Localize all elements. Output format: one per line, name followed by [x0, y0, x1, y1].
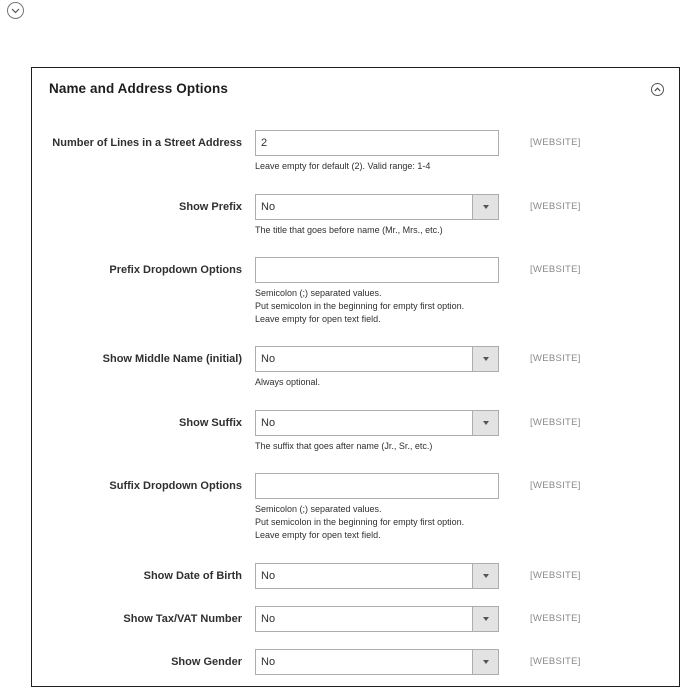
field-note: The title that goes before name (Mr., Mr… — [255, 224, 443, 237]
suffix-options-label: Suffix Dropdown Options — [109, 480, 242, 492]
triangle-down-icon — [482, 357, 489, 361]
triangle-down-icon — [482, 617, 489, 621]
show-prefix-value: No — [261, 201, 276, 213]
note-line: Put semicolon in the beginning for empty… — [255, 517, 465, 527]
chevron-up-icon — [654, 87, 661, 92]
note-line: Leave empty for open text field. — [255, 314, 381, 324]
scope-label: [WEBSITE] — [530, 264, 581, 275]
note-line: Leave empty for open text field. — [255, 530, 381, 540]
triangle-down-icon — [482, 421, 489, 425]
field-note: The suffix that goes after name (Jr., Sr… — [255, 440, 432, 453]
scope-label: [WEBSITE] — [530, 353, 581, 364]
name-address-options-panel: Name and Address Options Number of Lines… — [31, 67, 680, 687]
panel-title: Name and Address Options — [49, 81, 228, 96]
street-lines-label: Number of Lines in a Street Address — [52, 137, 242, 149]
show-suffix-label: Show Suffix — [179, 417, 242, 429]
show-dob-select[interactable]: No — [255, 563, 499, 589]
show-taxvat-select[interactable]: No — [255, 606, 499, 632]
show-suffix-select[interactable]: No — [255, 410, 499, 436]
show-prefix-label: Show Prefix — [179, 201, 242, 213]
field-note: Semicolon (;) separated values. Put semi… — [255, 287, 464, 326]
section-expand-toggle[interactable] — [7, 2, 24, 19]
street-lines-input[interactable]: 2 — [255, 130, 499, 156]
show-gender-value: No — [261, 656, 276, 668]
scope-label: [WEBSITE] — [530, 656, 581, 667]
chevron-down-icon — [11, 8, 20, 13]
field-note: Semicolon (;) separated values. Put semi… — [255, 503, 464, 542]
note-line: Put semicolon in the beginning for empty… — [255, 301, 465, 311]
show-dob-value: No — [261, 570, 276, 582]
select-arrow[interactable] — [472, 411, 498, 435]
select-arrow[interactable] — [472, 347, 498, 371]
scope-label: [WEBSITE] — [530, 201, 581, 212]
note-line: Semicolon (;) separated values. — [255, 504, 382, 514]
show-taxvat-label: Show Tax/VAT Number — [123, 613, 242, 625]
panel-header[interactable]: Name and Address Options — [32, 68, 679, 112]
triangle-down-icon — [482, 205, 489, 209]
note-line: Semicolon (;) separated values. — [255, 288, 382, 298]
select-arrow[interactable] — [472, 650, 498, 674]
field-note: Always optional. — [255, 376, 320, 389]
show-middle-name-label: Show Middle Name (initial) — [102, 353, 242, 365]
select-arrow[interactable] — [472, 607, 498, 631]
show-taxvat-value: No — [261, 613, 276, 625]
show-suffix-value: No — [261, 417, 276, 429]
panel-collapse-toggle[interactable] — [651, 83, 664, 96]
street-lines-value: 2 — [261, 137, 268, 149]
show-gender-select[interactable]: No — [255, 649, 499, 675]
show-prefix-select[interactable]: No — [255, 194, 499, 220]
field-note: Leave empty for default (2). Valid range… — [255, 160, 430, 173]
scope-label: [WEBSITE] — [530, 417, 581, 428]
note-line: Leave empty for default (2). Valid range… — [255, 161, 431, 171]
prefix-options-label: Prefix Dropdown Options — [109, 264, 242, 276]
show-middle-name-select[interactable]: No — [255, 346, 499, 372]
prefix-options-input[interactable] — [255, 257, 499, 283]
scope-label: [WEBSITE] — [530, 613, 581, 624]
note-line: The title that goes before name (Mr., Mr… — [255, 225, 443, 235]
select-arrow[interactable] — [472, 564, 498, 588]
show-dob-label: Show Date of Birth — [143, 570, 242, 582]
show-gender-label: Show Gender — [171, 656, 242, 668]
scope-label: [WEBSITE] — [530, 480, 581, 491]
scope-label: [WEBSITE] — [530, 137, 581, 148]
triangle-down-icon — [482, 660, 489, 664]
show-middle-name-value: No — [261, 353, 276, 365]
note-line: The suffix that goes after name (Jr., Sr… — [255, 441, 433, 451]
scope-label: [WEBSITE] — [530, 570, 581, 581]
triangle-down-icon — [482, 574, 489, 578]
suffix-options-input[interactable] — [255, 473, 499, 499]
select-arrow[interactable] — [472, 195, 498, 219]
note-line: Always optional. — [255, 377, 321, 387]
